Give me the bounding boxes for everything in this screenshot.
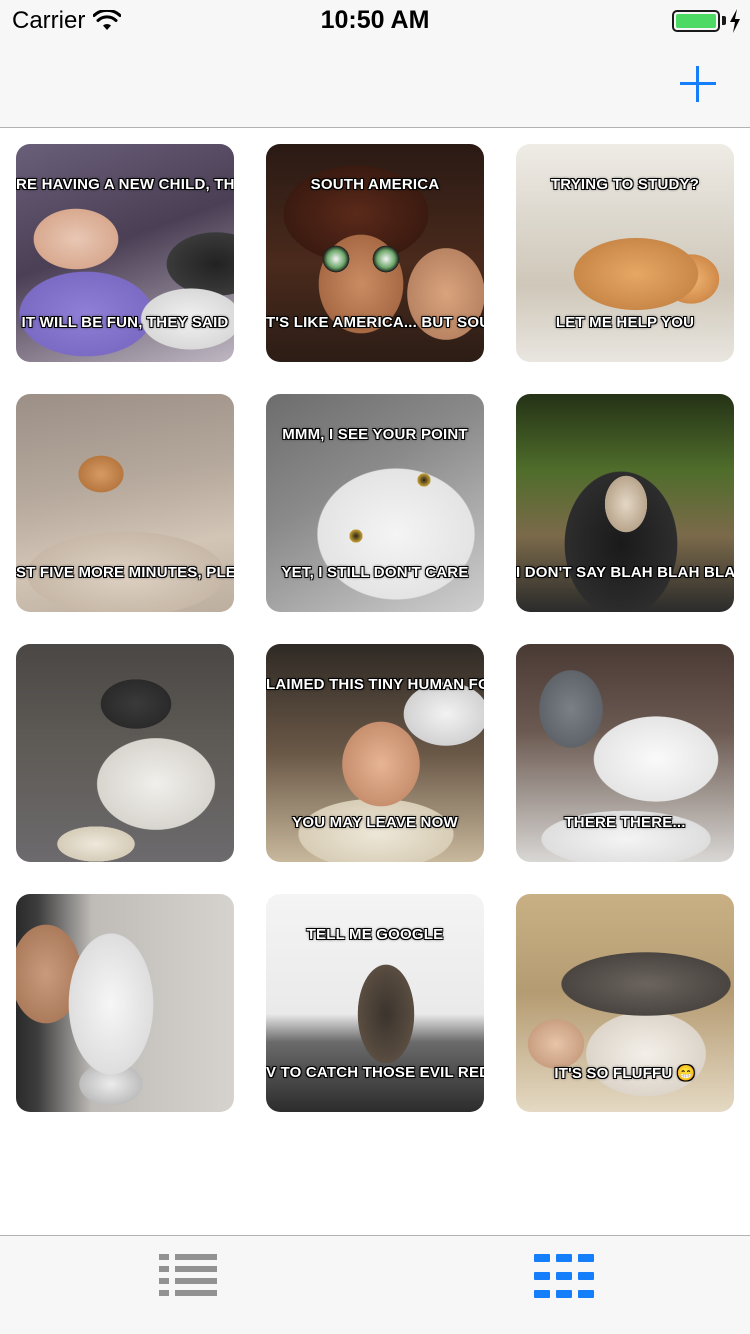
meme-bottom-caption: IT WILL BE FUN, THEY SAID — [21, 314, 229, 331]
tab-grid-view[interactable] — [375, 1236, 750, 1334]
status-time: 10:50 AM — [320, 6, 430, 34]
meme-bottom-caption: I DON'T SAY BLAH BLAH BLAH — [516, 564, 734, 581]
add-meme-button[interactable] — [674, 60, 722, 108]
meme-cell-2[interactable]: SOUTH AMERICA T'S LIKE AMERICA... BUT SO… — [266, 144, 484, 362]
meme-cell-7[interactable] — [16, 644, 234, 862]
meme-bottom-caption: YOU MAY LEAVE NOW — [292, 814, 458, 831]
meme-cell-11[interactable]: TELL ME GOOGLE V TO CATCH THOSE EVIL RED… — [266, 894, 484, 1112]
tab-bar — [0, 1235, 750, 1334]
meme-top-caption: SOUTH AMERICA — [310, 176, 440, 193]
meme-top-caption: RE HAVING A NEW CHILD, THEY — [16, 176, 234, 193]
meme-bottom-caption: LET ME HELP YOU — [555, 314, 695, 331]
meme-bottom-caption: YET, I STILL DON'T CARE — [281, 564, 469, 581]
status-bar: Carrier 10:50 AM — [0, 0, 750, 40]
tab-list-view[interactable] — [0, 1236, 375, 1334]
navigation-bar — [0, 40, 750, 128]
meme-cell-6[interactable]: I DON'T SAY BLAH BLAH BLAH — [516, 394, 734, 612]
meme-bottom-caption: THERE THERE... — [564, 814, 686, 831]
grid-icon — [534, 1254, 594, 1298]
meme-top-caption: TELL ME GOOGLE — [306, 926, 444, 943]
meme-bottom-caption: V TO CATCH THOSE EVIL RED DO — [266, 1064, 484, 1081]
battery-icon — [672, 10, 720, 32]
meme-bottom-caption: T'S LIKE AMERICA... BUT SOUTH — [266, 314, 484, 331]
meme-cell-12[interactable]: IT'S SO FLUFFU 😁 — [516, 894, 734, 1112]
meme-top-caption: LAIMED THIS TINY HUMAN FOR — [266, 676, 484, 693]
meme-cell-3[interactable]: TRYING TO STUDY? LET ME HELP YOU — [516, 144, 734, 362]
battery-cap — [722, 16, 726, 25]
meme-top-caption: TRYING TO STUDY? — [550, 176, 700, 193]
meme-cell-10[interactable] — [16, 894, 234, 1112]
charging-bolt-icon — [730, 9, 740, 33]
meme-bottom-caption: ST FIVE MORE MINUTES, PLEAS — [16, 564, 234, 581]
meme-top-caption: MMM, I SEE YOUR POINT — [282, 426, 468, 443]
cat-on-back-image — [16, 894, 234, 1112]
battery-level — [676, 14, 716, 28]
meme-grid: RE HAVING A NEW CHILD, THEY IT WILL BE F… — [16, 144, 734, 1112]
meme-cell-9[interactable]: THERE THERE... — [516, 644, 734, 862]
meme-cell-4[interactable]: ST FIVE MORE MINUTES, PLEAS — [16, 394, 234, 612]
meme-cell-5[interactable]: MMM, I SEE YOUR POINT YET, I STILL DON'T… — [266, 394, 484, 612]
husky-with-glasses-image — [16, 644, 234, 862]
list-icon — [159, 1254, 217, 1296]
screen: Carrier 10:50 AM RE HAVING A NEW CHILD, … — [0, 0, 750, 1334]
meme-cell-1[interactable]: RE HAVING A NEW CHILD, THEY IT WILL BE F… — [16, 144, 234, 362]
meme-bottom-caption: IT'S SO FLUFFU 😁 — [554, 1065, 696, 1082]
meme-cell-8[interactable]: LAIMED THIS TINY HUMAN FOR YOU MAY LEAVE… — [266, 644, 484, 862]
